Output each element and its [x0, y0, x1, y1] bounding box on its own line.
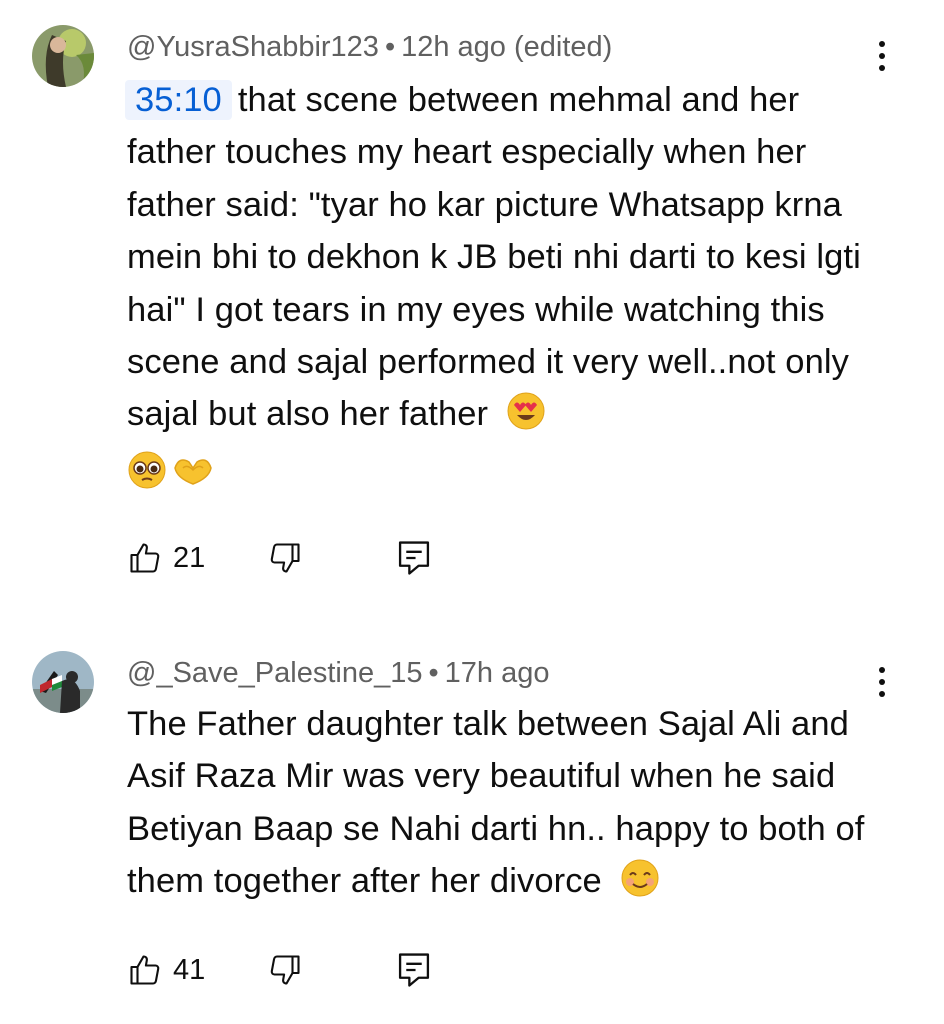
- like-count: 21: [173, 541, 206, 574]
- reply-button[interactable]: [397, 539, 431, 577]
- comment-text: The Father daughter talk between Sajal A…: [127, 698, 887, 914]
- author-name[interactable]: @YusraShabbir123: [127, 31, 379, 63]
- dislike-button[interactable]: [267, 540, 303, 576]
- reply-icon: [397, 951, 431, 989]
- comment-text: 35:10 that scene between mehmal and her f…: [125, 74, 887, 499]
- reply-button[interactable]: [397, 951, 431, 989]
- comment-time: 17h ago: [444, 657, 550, 689]
- more-options-button[interactable]: [864, 34, 900, 78]
- meta-separator: •: [384, 31, 396, 63]
- author-name[interactable]: @_Save_Palestine_15: [127, 657, 422, 689]
- heart-eyes-emoji: [506, 391, 546, 446]
- like-button[interactable]: 21: [127, 540, 205, 576]
- comment-actions: 41: [127, 950, 431, 990]
- reply-icon: [397, 539, 431, 577]
- author-avatar[interactable]: [32, 651, 94, 713]
- meta-separator: •: [428, 657, 439, 689]
- heart-hands-emoji: [171, 450, 215, 505]
- dislike-button[interactable]: [267, 952, 303, 988]
- comment-body: The Father daughter talk between Sajal A…: [127, 705, 865, 901]
- vertical-ellipsis-icon: [879, 41, 885, 47]
- video-timestamp-link[interactable]: 35:10: [125, 80, 232, 120]
- comment-time: 12h ago (edited): [401, 31, 613, 63]
- smiling-face-emoji: [620, 858, 660, 913]
- vertical-ellipsis-icon: [879, 667, 885, 673]
- like-button[interactable]: 41: [127, 952, 205, 988]
- comment-actions: 21: [127, 538, 431, 578]
- author-avatar[interactable]: [32, 25, 94, 87]
- thumbs-up-icon: [127, 540, 163, 576]
- comment-meta: @YusraShabbir123 • 12h ago (edited): [127, 29, 612, 65]
- thumbs-down-icon: [267, 952, 303, 988]
- thumbs-up-icon: [127, 952, 163, 988]
- emoji-line: [127, 447, 887, 499]
- comment-meta: @_Save_Palestine_15 • 17h ago: [127, 655, 549, 691]
- thumbs-down-icon: [267, 540, 303, 576]
- pleading-face-emoji: [127, 450, 167, 505]
- comment-body: that scene between mehmal and her father…: [127, 81, 861, 434]
- like-count: 41: [173, 953, 206, 986]
